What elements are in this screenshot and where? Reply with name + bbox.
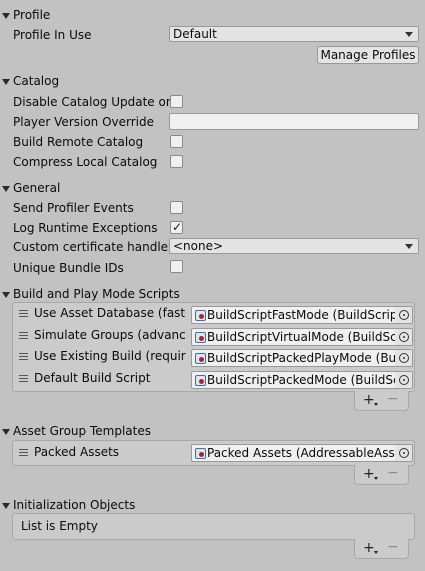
build-play-scripts-foldout-arrow-icon[interactable] <box>2 292 10 298</box>
build-script-object-field[interactable]: BuildScriptPackedPlayMode (Buil <box>191 349 413 367</box>
profile-in-use-dropdown[interactable]: Default <box>169 26 419 42</box>
asset-group-templates-section-title[interactable]: Asset Group Templates <box>13 424 151 438</box>
profile-in-use-label: Profile In Use <box>13 28 92 42</box>
remove-item-button[interactable]: − <box>387 539 399 555</box>
catalog-section-title[interactable]: Catalog <box>13 74 59 88</box>
drag-handle-icon[interactable] <box>19 375 28 382</box>
custom-certificate-handler-dropdown[interactable]: <none> <box>169 238 419 254</box>
disable-catalog-update-label: Disable Catalog Update on <box>13 95 174 109</box>
unique-bundle-ids-label: Unique Bundle IDs <box>13 261 124 275</box>
add-item-button[interactable]: + <box>363 392 375 408</box>
build-remote-catalog-label: Build Remote Catalog <box>13 135 144 149</box>
player-version-override-input[interactable] <box>169 113 419 130</box>
general-foldout-arrow-icon[interactable] <box>2 186 10 192</box>
object-picker-icon[interactable] <box>395 445 412 461</box>
remove-item-button[interactable]: − <box>387 465 399 481</box>
checkmark-icon: ✓ <box>172 220 183 234</box>
object-field-value: Packed Assets (AddressableAsset <box>207 446 407 460</box>
dropdown-arrow-icon <box>405 32 413 37</box>
object-field-value: BuildScriptFastMode (BuildScriptF <box>207 308 410 322</box>
object-field-value: BuildScriptPackedPlayMode (Buil <box>207 351 403 365</box>
build-script-object-field[interactable]: BuildScriptPackedMode (BuildScr <box>191 371 413 389</box>
add-dropdown-arrow-icon <box>374 477 378 480</box>
build-remote-catalog-checkbox[interactable] <box>170 135 183 148</box>
drag-handle-icon[interactable] <box>19 353 28 360</box>
add-item-button[interactable]: + <box>363 540 375 556</box>
log-runtime-exceptions-checkbox[interactable]: ✓ <box>170 220 183 234</box>
player-version-override-label: Player Version Override <box>13 115 155 129</box>
add-item-button[interactable]: + <box>363 466 375 482</box>
asset-group-template-row-label: Packed Assets <box>34 445 120 459</box>
add-dropdown-arrow-icon <box>374 403 378 406</box>
build-script-object-field[interactable]: BuildScriptVirtualMode (BuildScrip <box>191 328 413 346</box>
general-section-title[interactable]: General <box>13 181 60 195</box>
build-script-row-label: Simulate Groups (advanced) <box>34 328 186 342</box>
object-picker-icon[interactable] <box>395 350 412 366</box>
disable-catalog-update-checkbox[interactable] <box>170 95 183 108</box>
object-picker-icon[interactable] <box>395 307 412 323</box>
scriptable-object-icon <box>195 310 206 321</box>
initialization-objects-section-title[interactable]: Initialization Objects <box>13 498 135 512</box>
drag-handle-icon[interactable] <box>19 332 28 339</box>
remove-item-button[interactable]: − <box>387 391 399 407</box>
asset-group-templates-foldout-arrow-icon[interactable] <box>2 429 10 435</box>
send-profiler-events-label: Send Profiler Events <box>13 201 134 215</box>
compress-local-catalog-label: Compress Local Catalog <box>13 155 158 169</box>
catalog-foldout-arrow-icon[interactable] <box>2 79 10 85</box>
empty-list-text: List is Empty <box>21 519 98 533</box>
profile-in-use-value: Default <box>173 27 217 41</box>
manage-profiles-button[interactable]: Manage Profiles <box>317 46 419 64</box>
build-script-row-label: Use Existing Build (requires <box>34 349 186 363</box>
scriptable-object-icon <box>195 332 206 343</box>
custom-certificate-handler-label: Custom certificate handler <box>13 240 173 254</box>
unique-bundle-ids-checkbox[interactable] <box>170 260 183 273</box>
build-script-row-label: Use Asset Database (faster) <box>34 306 186 320</box>
scriptable-object-icon <box>195 448 206 459</box>
add-dropdown-arrow-icon <box>374 551 378 554</box>
initialization-objects-add-remove: + − <box>354 539 409 559</box>
profile-section-title[interactable]: Profile <box>13 8 50 22</box>
build-script-object-field[interactable]: BuildScriptFastMode (BuildScriptF <box>191 306 413 324</box>
scriptable-object-icon <box>195 375 206 386</box>
object-picker-icon[interactable] <box>395 372 412 388</box>
object-picker-icon[interactable] <box>395 329 412 345</box>
build-script-row-label: Default Build Script <box>34 371 151 385</box>
asset-group-template-object-field[interactable]: Packed Assets (AddressableAsset <box>191 444 413 462</box>
asset-group-templates-add-remove: + − <box>354 465 409 485</box>
build-play-scripts-section-title[interactable]: Build and Play Mode Scripts <box>13 287 180 301</box>
custom-certificate-handler-value: <none> <box>173 239 224 253</box>
object-field-value: BuildScriptPackedMode (BuildScr <box>207 373 405 387</box>
object-field-value: BuildScriptVirtualMode (BuildScrip <box>207 330 413 344</box>
profile-foldout-arrow-icon[interactable] <box>2 13 10 19</box>
drag-handle-icon[interactable] <box>19 449 28 456</box>
drag-handle-icon[interactable] <box>19 310 28 317</box>
compress-local-catalog-checkbox[interactable] <box>170 155 183 168</box>
send-profiler-events-checkbox[interactable] <box>170 201 183 214</box>
initialization-objects-foldout-arrow-icon[interactable] <box>2 503 10 509</box>
dropdown-arrow-icon <box>405 244 413 249</box>
build-play-scripts-add-remove: + − <box>354 391 409 411</box>
scriptable-object-icon <box>195 353 206 364</box>
log-runtime-exceptions-label: Log Runtime Exceptions <box>13 221 158 235</box>
